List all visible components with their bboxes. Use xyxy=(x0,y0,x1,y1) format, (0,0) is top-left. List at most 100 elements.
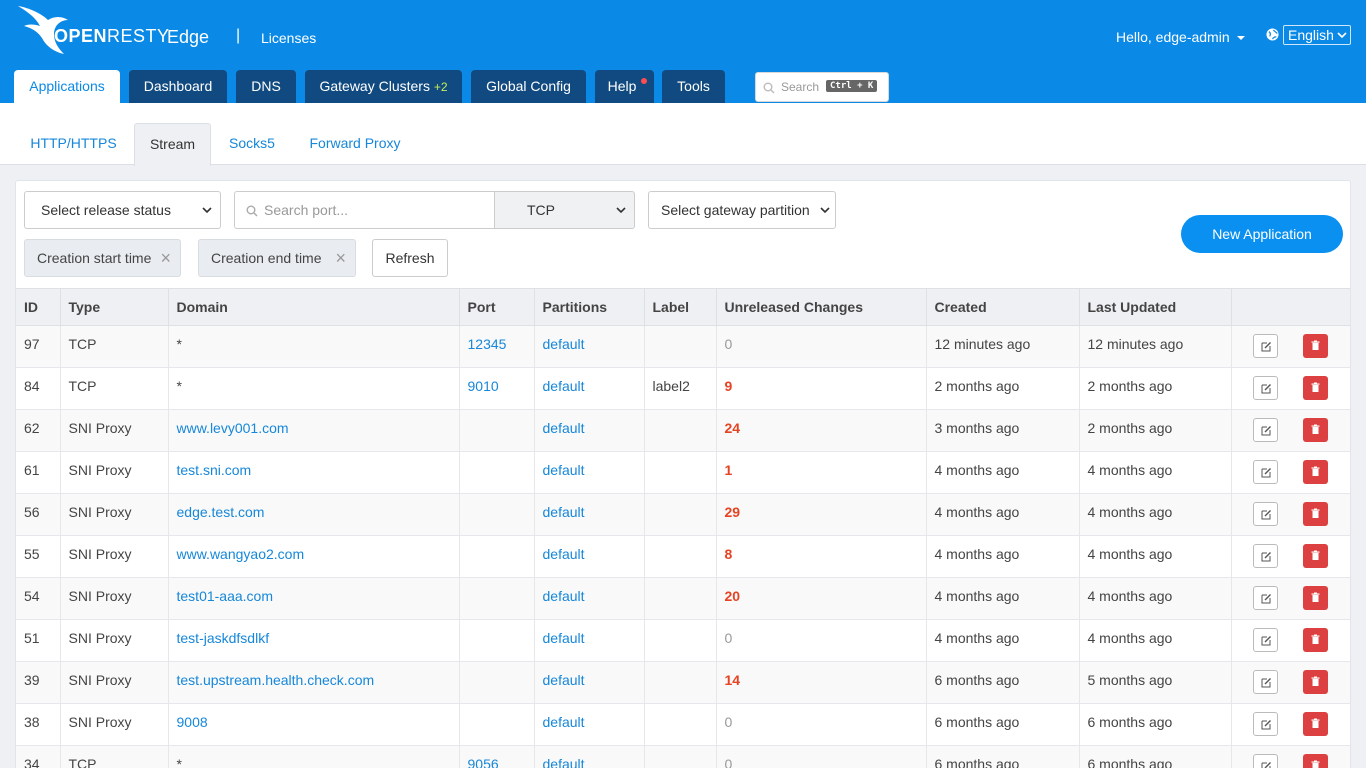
delete-button[interactable] xyxy=(1302,586,1328,610)
edit-button[interactable] xyxy=(1252,712,1278,736)
tab-global-config[interactable]: Global Config xyxy=(471,70,586,103)
brand-edge: Edge xyxy=(167,27,210,47)
column-header[interactable]: Port xyxy=(459,288,535,326)
cell-partition[interactable]: default xyxy=(534,535,645,578)
delete-button[interactable] xyxy=(1302,460,1328,484)
cell-partition[interactable]: default xyxy=(534,745,645,768)
cell-port xyxy=(459,577,535,620)
edit-button[interactable] xyxy=(1252,670,1278,694)
cell-created: 4 months ago xyxy=(926,535,1080,578)
trash-icon xyxy=(1311,592,1319,602)
cell-domain: * xyxy=(168,745,460,768)
cell-label xyxy=(644,619,717,662)
delete-button[interactable] xyxy=(1302,628,1328,652)
cell-partition[interactable]: default xyxy=(534,619,645,662)
edit-button[interactable] xyxy=(1252,586,1278,610)
tab-forward-proxy[interactable]: Forward Proxy xyxy=(296,123,414,165)
trash-icon xyxy=(1311,634,1319,644)
chevron-down-icon xyxy=(1337,32,1347,39)
cell-actions xyxy=(1231,577,1350,620)
delete-button[interactable] xyxy=(1302,670,1328,694)
tab-tools[interactable]: Tools xyxy=(662,70,725,103)
column-header[interactable]: Label xyxy=(644,288,717,326)
cell-partition[interactable]: default xyxy=(534,367,645,410)
edit-button[interactable] xyxy=(1252,502,1278,526)
new-application-button[interactable]: New Application xyxy=(1181,215,1343,253)
cell-partition[interactable]: default xyxy=(534,661,645,704)
cell-domain[interactable]: test.upstream.health.check.com xyxy=(168,661,460,704)
cell-actions xyxy=(1231,535,1350,578)
delete-button[interactable] xyxy=(1302,502,1328,526)
release-status-select[interactable]: Select release status xyxy=(24,191,221,229)
edit-button[interactable] xyxy=(1252,376,1278,400)
cell-last-updated: 6 months ago xyxy=(1079,703,1232,746)
column-header[interactable]: ID xyxy=(16,288,61,326)
clear-icon[interactable]: × xyxy=(160,240,171,276)
app-type-tabs: HTTP/HTTPS Stream Socks5 Forward Proxy xyxy=(0,103,1366,166)
tab-stream[interactable]: Stream xyxy=(134,123,211,166)
cell-port[interactable]: 12345 xyxy=(459,325,535,368)
cell-domain[interactable]: test01-aaa.com xyxy=(168,577,460,620)
refresh-button[interactable]: Refresh xyxy=(372,239,448,277)
global-search[interactable]: Search Ctrl + K xyxy=(755,72,889,102)
delete-button[interactable] xyxy=(1302,712,1328,736)
delete-button[interactable] xyxy=(1302,334,1328,358)
column-header[interactable]: Last Updated xyxy=(1079,288,1232,326)
licenses-link[interactable]: Licenses xyxy=(261,30,316,46)
creation-start-time-picker[interactable]: Creation start time × xyxy=(24,239,181,277)
search-icon xyxy=(246,205,258,217)
cell-partition[interactable]: default xyxy=(534,577,645,620)
cell-port[interactable]: 9010 xyxy=(459,367,535,410)
language-select[interactable]: English xyxy=(1283,25,1351,45)
column-header[interactable]: Type xyxy=(60,288,169,326)
edit-button[interactable] xyxy=(1252,544,1278,568)
cell-last-updated: 4 months ago xyxy=(1079,535,1232,578)
edit-button[interactable] xyxy=(1252,418,1278,442)
tab-help[interactable]: Help xyxy=(595,70,654,103)
cell-label xyxy=(644,745,717,768)
gateway-partition-select[interactable]: Select gateway partition xyxy=(648,191,836,229)
user-menu[interactable]: Hello, edge-admin xyxy=(1116,29,1230,45)
cell-partition[interactable]: default xyxy=(534,493,645,536)
tab-http-https[interactable]: HTTP/HTTPS xyxy=(16,123,131,165)
protocol-select[interactable]: TCP xyxy=(494,191,635,229)
tab-socks5[interactable]: Socks5 xyxy=(216,123,288,165)
cell-last-updated: 4 months ago xyxy=(1079,451,1232,494)
delete-button[interactable] xyxy=(1302,544,1328,568)
cell-domain[interactable]: edge.test.com xyxy=(168,493,460,536)
clear-icon[interactable]: × xyxy=(335,240,346,276)
cell-partition[interactable]: default xyxy=(534,703,645,746)
delete-button[interactable] xyxy=(1302,376,1328,400)
column-header[interactable]: Unreleased Changes xyxy=(716,288,927,326)
cell-actions xyxy=(1231,745,1350,768)
delete-button[interactable] xyxy=(1302,418,1328,442)
port-search-input[interactable]: Search port... xyxy=(234,191,494,229)
column-header[interactable]: Partitions xyxy=(534,288,645,326)
column-header[interactable]: Created xyxy=(926,288,1080,326)
tab-gateway-clusters[interactable]: Gateway Clusters +2 xyxy=(305,70,462,103)
trash-icon xyxy=(1311,466,1319,476)
edit-button[interactable] xyxy=(1252,460,1278,484)
cell-port[interactable]: 9056 xyxy=(459,745,535,768)
cell-domain[interactable]: 9008 xyxy=(168,703,460,746)
delete-button[interactable] xyxy=(1302,754,1328,768)
cell-domain[interactable]: www.wangyao2.com xyxy=(168,535,460,578)
cell-domain[interactable]: test-jaskdfsdlkf xyxy=(168,619,460,662)
cell-created: 4 months ago xyxy=(926,619,1080,662)
tab-dns[interactable]: DNS xyxy=(236,70,296,103)
edit-button[interactable] xyxy=(1252,628,1278,652)
cell-type: SNI Proxy xyxy=(60,619,169,662)
cell-partition[interactable]: default xyxy=(534,451,645,494)
creation-end-time-picker[interactable]: Creation end time × xyxy=(198,239,356,277)
caret-down-icon[interactable] xyxy=(1237,36,1245,40)
cell-domain[interactable]: test.sni.com xyxy=(168,451,460,494)
edit-button[interactable] xyxy=(1252,754,1278,768)
tab-dashboard[interactable]: Dashboard xyxy=(129,70,227,103)
edit-button[interactable] xyxy=(1252,334,1278,358)
cell-port xyxy=(459,661,535,704)
tab-applications[interactable]: Applications xyxy=(14,70,120,103)
column-header[interactable]: Domain xyxy=(168,288,460,326)
cell-partition[interactable]: default xyxy=(534,409,645,452)
cell-partition[interactable]: default xyxy=(534,325,645,368)
cell-domain[interactable]: www.levy001.com xyxy=(168,409,460,452)
